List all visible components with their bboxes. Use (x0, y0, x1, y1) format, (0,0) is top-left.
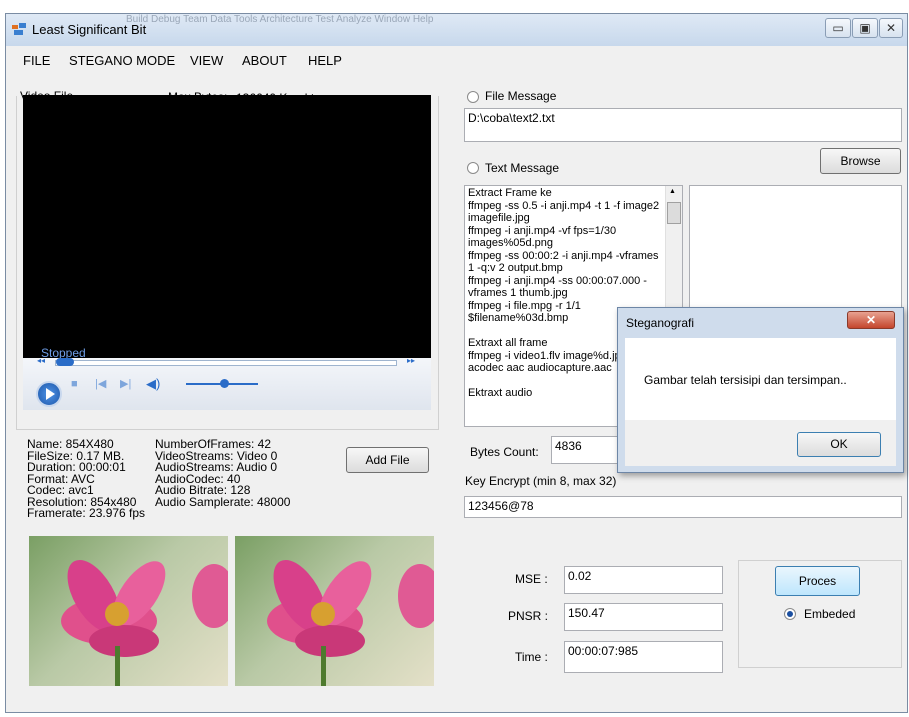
next-icon[interactable]: ▶| (120, 377, 131, 390)
text-message-radio[interactable] (467, 162, 479, 174)
steganografi-dialog: Steganografi ✕ Gambar telah tersisipi da… (617, 307, 904, 473)
scroll-thumb[interactable] (667, 202, 681, 224)
add-file-button[interactable]: Add File (346, 447, 429, 473)
video-info-left: Name: 854X480 FileSize: 0.17 MB. Duratio… (27, 438, 146, 520)
seek-thumb[interactable] (56, 358, 74, 366)
file-message-label: File Message (485, 89, 557, 103)
media-player-controls: ◂◂ ▸▸ ■ |◀ ▶| ◀) (23, 356, 431, 410)
dialog-close-button[interactable]: ✕ (847, 311, 895, 329)
file-path-field[interactable]: D:\coba\text2.txt (464, 108, 902, 142)
dialog-ok-button[interactable]: OK (797, 432, 881, 457)
bytes-count-field[interactable]: 4836 (551, 436, 621, 464)
psnr-field[interactable]: 150.47 (564, 603, 723, 631)
minimize-button[interactable]: ▭ (825, 18, 851, 38)
app-icon (12, 23, 26, 35)
key-encrypt-label: Key Encrypt (min 8, max 32) (465, 474, 617, 488)
play-icon (46, 388, 55, 400)
menu-help[interactable]: HELP (308, 53, 342, 68)
flower-image (61, 559, 228, 686)
maximize-button[interactable]: ▣ (852, 18, 878, 38)
window-title: Least Significant Bit (32, 22, 147, 37)
volume-slider[interactable] (186, 379, 258, 388)
close-button[interactable]: ✕ (879, 18, 903, 38)
volume-icon[interactable]: ◀) (146, 376, 160, 392)
psnr-label: PNSR : (508, 609, 549, 623)
dialog-message: Gambar telah tersisipi dan tersimpan.. (644, 373, 847, 387)
seek-bar[interactable] (55, 358, 397, 366)
menu-file[interactable]: FILE (23, 53, 50, 68)
mse-field[interactable]: 0.02 (564, 566, 723, 594)
browse-button[interactable]: Browse (820, 148, 901, 174)
fast-forward-icon[interactable]: ▸▸ (407, 356, 415, 365)
menu-bar: FILE STEGANO MODE VIEW ABOUT HELP (6, 50, 907, 72)
text-message-label: Text Message (485, 161, 560, 175)
maximize-icon: ▣ (859, 21, 871, 35)
stego-frame-image (235, 536, 434, 686)
menu-view[interactable]: VIEW (190, 53, 223, 68)
time-label: Time : (515, 650, 548, 664)
dialog-footer: OK (625, 420, 896, 466)
mse-label: MSE : (515, 572, 548, 586)
info-audio-samplerate: Audio Samplerate: 48000 (155, 494, 291, 509)
embeded-radio[interactable] (784, 608, 796, 620)
previous-icon[interactable]: |◀ (95, 377, 106, 390)
rewind-icon[interactable]: ◂◂ (37, 356, 45, 365)
key-encrypt-field[interactable]: 123456@78 (464, 496, 902, 518)
scroll-up-icon[interactable]: ▲ (669, 188, 676, 195)
dialog-body: Gambar telah tersisipi dan tersimpan.. (625, 338, 896, 420)
close-icon: ✕ (885, 21, 897, 35)
dialog-title: Steganografi (626, 316, 695, 330)
info-framerate: Framerate: 23.976 fps (27, 506, 146, 520)
file-message-radio[interactable] (467, 91, 479, 103)
play-button[interactable] (36, 381, 62, 407)
flower-image (267, 559, 434, 686)
menu-about[interactable]: ABOUT (242, 53, 287, 68)
proces-button[interactable]: Proces (775, 566, 860, 596)
menu-stegano-mode[interactable]: STEGANO MODE (69, 53, 175, 68)
title-bar[interactable]: Build Debug Team Data Tools Architecture… (6, 14, 907, 46)
original-frame-image (29, 536, 228, 686)
embeded-label: Embeded (804, 607, 856, 621)
video-display[interactable]: Stopped (23, 95, 431, 360)
stop-icon[interactable]: ■ (71, 378, 78, 390)
volume-thumb[interactable] (220, 379, 229, 388)
background-menu-ghost: Build Debug Team Data Tools Architecture… (126, 14, 434, 25)
video-info-right: NumberOfFrames: 42 VideoStreams: Video 0… (155, 438, 291, 509)
bytes-count-label: Bytes Count: (470, 445, 539, 459)
time-field[interactable]: 00:00:07:985 (564, 641, 723, 673)
minimize-icon: ▭ (832, 21, 844, 35)
close-icon: ✕ (865, 313, 877, 327)
